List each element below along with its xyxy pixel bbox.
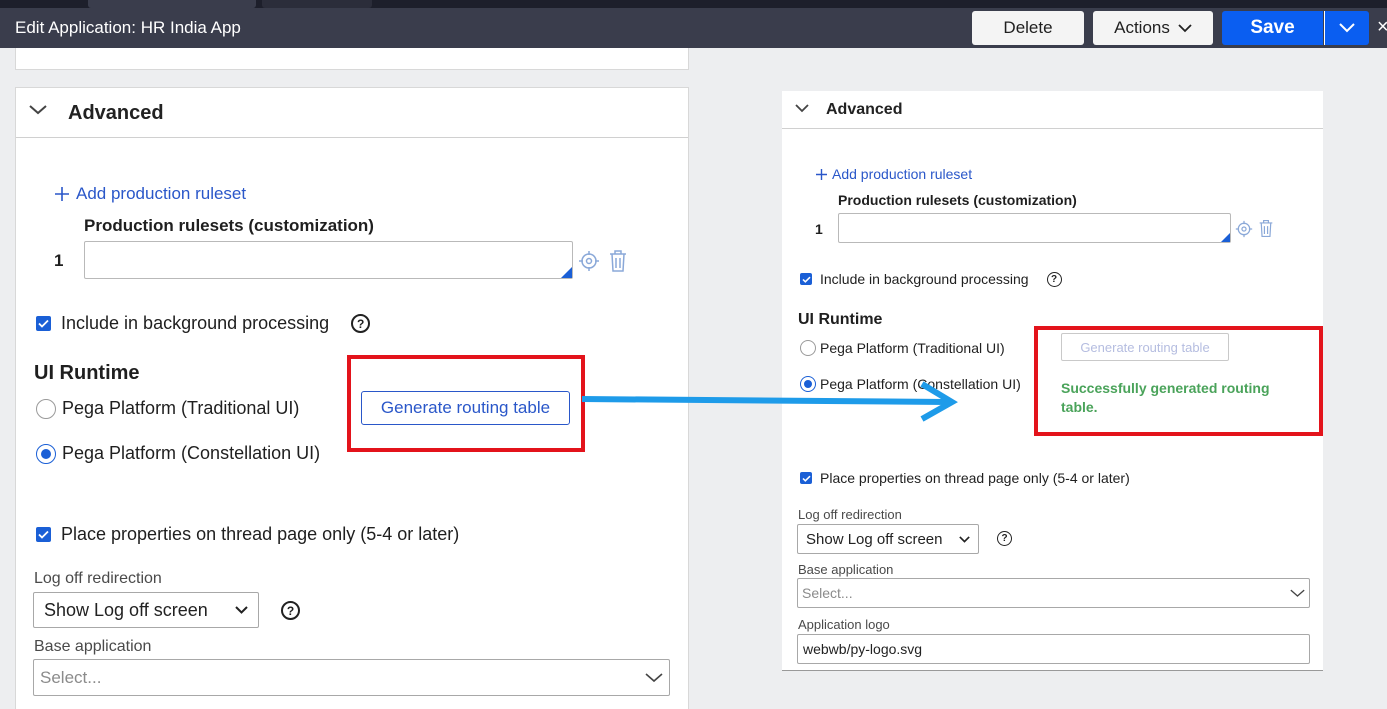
chevron-down-icon bbox=[645, 672, 663, 682]
target-icon[interactable] bbox=[578, 250, 600, 272]
autocomplete-corner-icon bbox=[1221, 233, 1230, 242]
generate-routing-table-button-disabled[interactable]: Generate routing table bbox=[1061, 333, 1229, 361]
base-application-label: Base application bbox=[798, 562, 894, 577]
add-production-ruleset-link[interactable]: Add production ruleset bbox=[815, 166, 972, 182]
row-number: 1 bbox=[54, 251, 64, 270]
generate-routing-table-button[interactable]: Generate routing table bbox=[361, 391, 570, 425]
success-message: Successfully generated routing table. bbox=[1061, 380, 1270, 415]
browser-tab-strip bbox=[0, 0, 1387, 8]
base-application-placeholder: Select... bbox=[802, 585, 853, 601]
radio-button[interactable] bbox=[36, 398, 56, 419]
help-icon[interactable]: ? bbox=[1046, 271, 1062, 287]
help-icon[interactable]: ? bbox=[281, 601, 300, 620]
chevron-down-icon bbox=[1339, 23, 1355, 33]
rulesets-label: Production rulesets (customization) bbox=[838, 192, 1077, 208]
base-application-label: Base application bbox=[34, 638, 152, 655]
include-background-checkbox[interactable]: Include in background processing ? bbox=[36, 313, 371, 334]
add-ruleset-label: Add production ruleset bbox=[76, 184, 247, 203]
base-application-select[interactable]: Select... bbox=[33, 659, 670, 696]
check-icon bbox=[801, 276, 811, 283]
chevron-down-icon bbox=[235, 606, 248, 614]
checkbox-checked[interactable] bbox=[36, 316, 51, 331]
chevron-down-icon bbox=[959, 535, 970, 543]
thread-page-label: Place properties on thread page only (5-… bbox=[61, 524, 460, 544]
logoff-value: Show Log off screen bbox=[806, 530, 943, 548]
check-icon bbox=[38, 319, 49, 328]
radio-traditional-label: Pega Platform (Traditional UI) bbox=[820, 340, 1005, 356]
radio-constellation-label: Pega Platform (Constellation UI) bbox=[820, 376, 1021, 392]
include-background-label: Include in background processing bbox=[61, 313, 330, 333]
actions-button[interactable]: Actions bbox=[1093, 11, 1213, 45]
checkbox-checked[interactable] bbox=[36, 527, 51, 542]
actions-label: Actions bbox=[1114, 18, 1170, 37]
rulesets-label: Production rulesets (customization) bbox=[84, 216, 374, 235]
save-options-button[interactable] bbox=[1324, 11, 1369, 45]
radio-button[interactable] bbox=[800, 340, 816, 356]
chevron-down-icon bbox=[1290, 589, 1305, 597]
section-header[interactable]: Advanced bbox=[782, 91, 1323, 129]
autocomplete-corner-icon bbox=[561, 267, 572, 278]
delete-label: Delete bbox=[1003, 18, 1053, 37]
include-background-checkbox[interactable]: Include in background processing ? bbox=[800, 271, 1062, 287]
radio-constellation-ui[interactable]: Pega Platform (Constellation UI) bbox=[36, 443, 320, 464]
delete-button[interactable]: Delete bbox=[972, 11, 1084, 45]
radio-constellation-ui[interactable]: Pega Platform (Constellation UI) bbox=[800, 376, 1021, 392]
application-logo-label: Application logo bbox=[798, 617, 890, 632]
plus-icon bbox=[816, 168, 827, 180]
section-title: Advanced bbox=[826, 101, 903, 118]
logoff-label: Log off redirection bbox=[798, 507, 902, 522]
checkbox-checked[interactable] bbox=[800, 273, 812, 285]
chevron-down-icon[interactable] bbox=[794, 102, 810, 113]
logoff-select[interactable]: Show Log off screen bbox=[33, 592, 259, 628]
previous-section-card bbox=[15, 48, 689, 70]
application-logo-input[interactable]: webwb/py-logo.svg bbox=[797, 634, 1310, 664]
help-icon[interactable]: ? bbox=[997, 531, 1012, 546]
thread-page-checkbox[interactable]: Place properties on thread page only (5-… bbox=[800, 470, 1130, 486]
page-title: Edit Application: HR India App bbox=[15, 18, 241, 37]
check-icon bbox=[801, 475, 811, 482]
check-icon bbox=[38, 530, 49, 539]
logoff-label: Log off redirection bbox=[34, 570, 162, 587]
row-number: 1 bbox=[815, 221, 823, 237]
app-header: Edit Application: HR India App Delete Ac… bbox=[0, 8, 1387, 48]
include-background-label: Include in background processing bbox=[820, 271, 1029, 287]
radio-traditional-label: Pega Platform (Traditional UI) bbox=[62, 398, 300, 418]
ruleset-input[interactable] bbox=[84, 241, 573, 279]
plus-icon bbox=[55, 187, 69, 201]
save-label: Save bbox=[1250, 17, 1295, 38]
radio-constellation-label: Pega Platform (Constellation UI) bbox=[62, 443, 321, 463]
tab-active[interactable] bbox=[88, 0, 256, 8]
ruleset-input[interactable] bbox=[838, 213, 1231, 243]
radio-button-selected[interactable] bbox=[36, 443, 56, 464]
trash-icon[interactable] bbox=[1258, 219, 1274, 238]
ui-runtime-title: UI Runtime bbox=[34, 362, 140, 384]
radio-traditional-ui[interactable]: Pega Platform (Traditional UI) bbox=[800, 340, 1005, 356]
base-application-select[interactable]: Select... bbox=[797, 578, 1310, 608]
tab-inactive[interactable] bbox=[262, 0, 372, 8]
advanced-section-right: Advanced Add production ruleset Producti… bbox=[782, 91, 1323, 671]
trash-icon[interactable] bbox=[608, 249, 628, 273]
target-icon[interactable] bbox=[1235, 220, 1253, 238]
advanced-section-left: Advanced Add production ruleset Producti… bbox=[15, 87, 689, 709]
add-production-ruleset-link[interactable]: Add production ruleset bbox=[54, 184, 246, 204]
radio-button-selected[interactable] bbox=[800, 376, 816, 392]
base-application-placeholder: Select... bbox=[40, 667, 102, 687]
thread-page-checkbox[interactable]: Place properties on thread page only (5-… bbox=[36, 524, 459, 545]
close-icon[interactable]: × bbox=[1377, 16, 1387, 39]
radio-traditional-ui[interactable]: Pega Platform (Traditional UI) bbox=[36, 398, 299, 419]
add-ruleset-label: Add production ruleset bbox=[832, 166, 973, 182]
chevron-down-icon[interactable] bbox=[28, 102, 48, 116]
section-title: Advanced bbox=[68, 102, 164, 124]
help-icon[interactable]: ? bbox=[351, 314, 371, 333]
save-button[interactable]: Save bbox=[1222, 11, 1323, 45]
thread-page-label: Place properties on thread page only (5-… bbox=[820, 470, 1130, 486]
logoff-value: Show Log off screen bbox=[44, 599, 208, 620]
logoff-select[interactable]: Show Log off screen bbox=[797, 524, 979, 554]
section-header[interactable]: Advanced bbox=[16, 88, 688, 138]
chevron-down-icon bbox=[1178, 23, 1192, 32]
ui-runtime-title: UI Runtime bbox=[798, 311, 883, 328]
checkbox-checked[interactable] bbox=[800, 472, 812, 484]
